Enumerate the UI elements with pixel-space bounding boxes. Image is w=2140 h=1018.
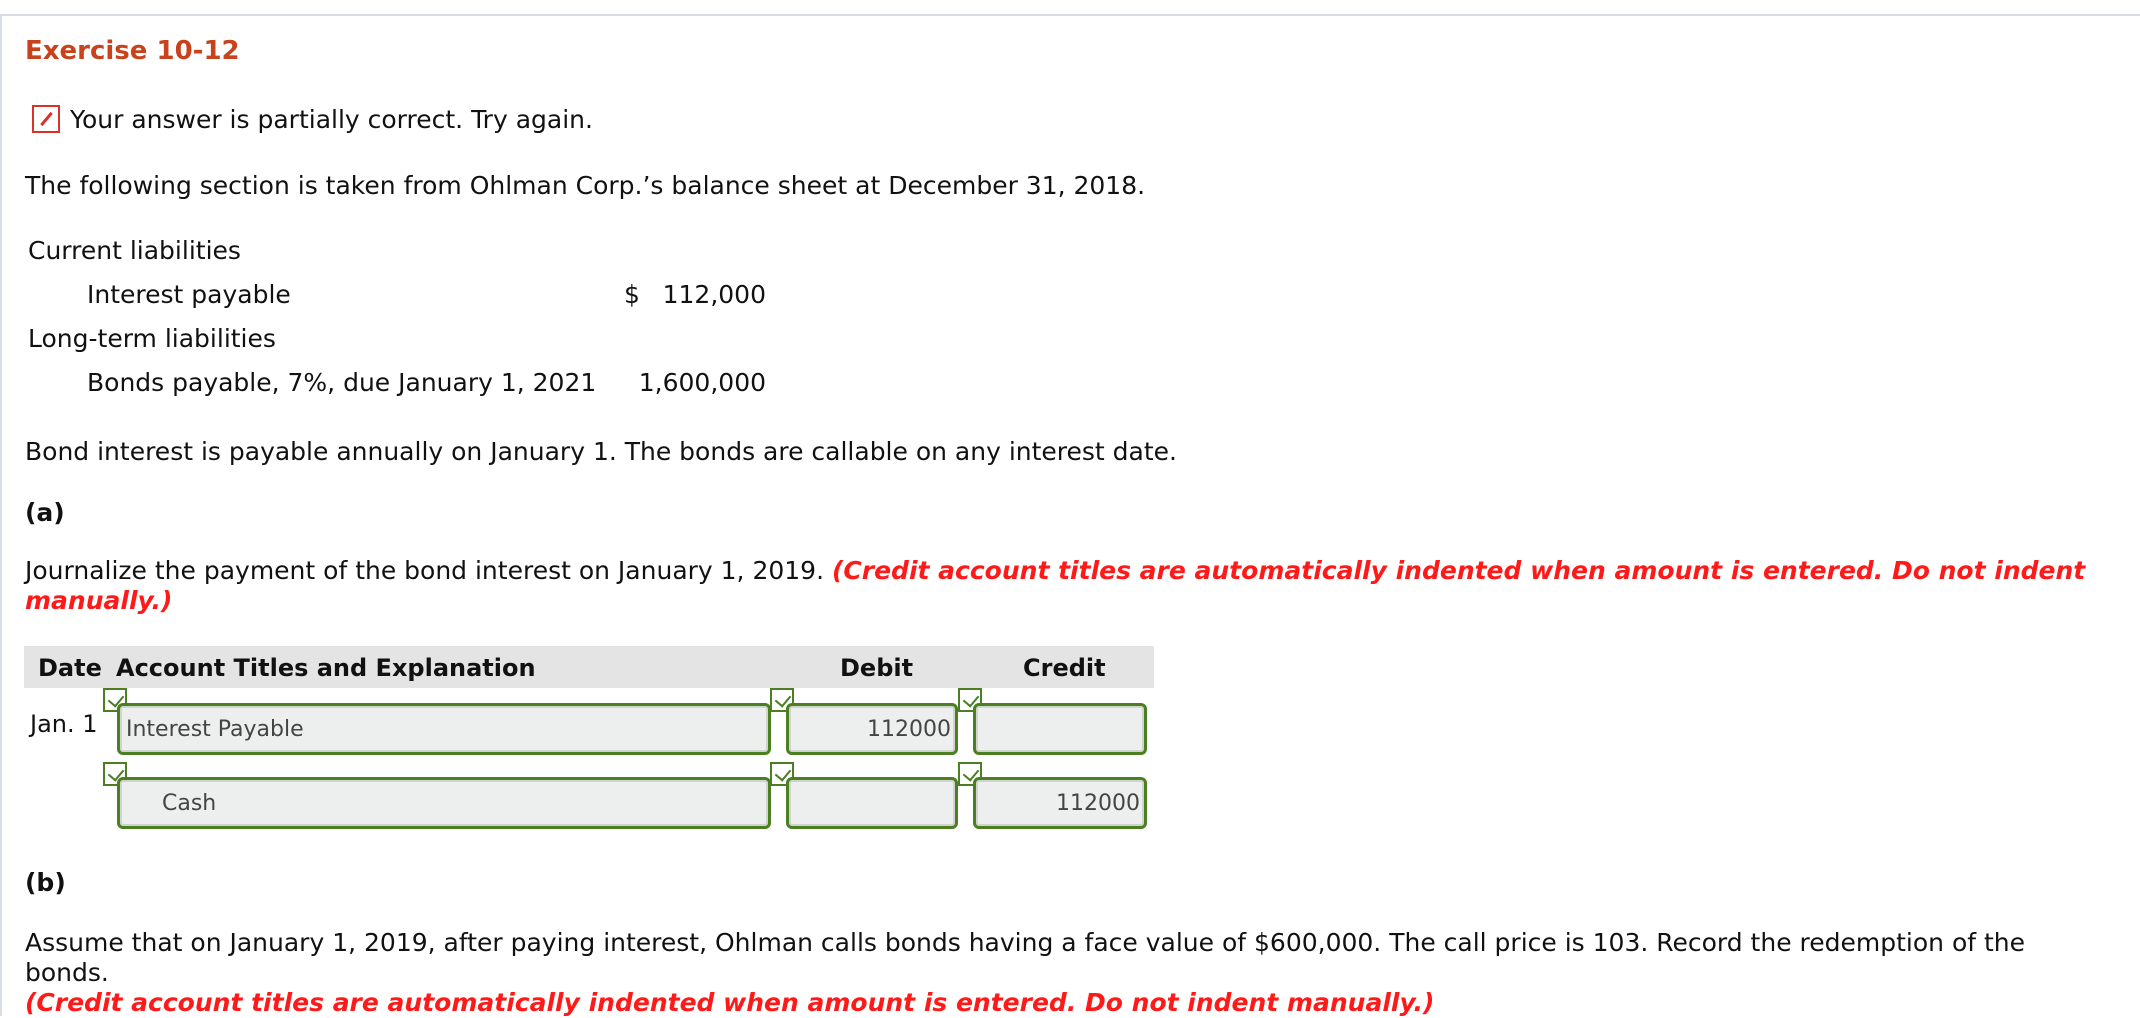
pencil-icon[interactable]: [32, 105, 60, 133]
long-term-liabilities-heading: Long-term liabilities: [28, 324, 276, 353]
feedback-banner: Your answer is partially correct. Try ag…: [32, 102, 593, 136]
intro-text: The following section is taken from Ohlm…: [25, 171, 1146, 200]
part-a-label: (a): [25, 498, 65, 527]
exercise-title: Exercise 10-12: [25, 36, 240, 66]
part-a-instruction: Journalize the payment of the bond inter…: [25, 556, 2105, 616]
part-b-instruction: Assume that on January 1, 2019, after pa…: [25, 928, 2115, 1018]
bonds-payable-value: 1,600,000: [638, 368, 766, 397]
header-account: Account Titles and Explanation: [116, 654, 536, 682]
row1-credit-field[interactable]: [973, 703, 1147, 755]
row2-credit-field[interactable]: 112000: [973, 777, 1147, 829]
row1-account-field[interactable]: Interest Payable: [117, 703, 771, 755]
row1-debit-field[interactable]: 112000: [786, 703, 958, 755]
part-a-instruction-text: Journalize the payment of the bond inter…: [25, 556, 825, 585]
interest-payable-label: Interest payable: [87, 280, 291, 309]
row2-debit-field[interactable]: [786, 777, 958, 829]
interest-payable-value: 112,000: [662, 280, 766, 309]
bond-note: Bond interest is payable annually on Jan…: [25, 437, 1178, 466]
row2-account-field[interactable]: Cash: [117, 777, 771, 829]
journal-header: Date Account Titles and Explanation Debi…: [24, 646, 1154, 688]
header-credit: Credit: [1023, 654, 1106, 682]
header-date: Date: [38, 654, 102, 682]
current-liabilities-heading: Current liabilities: [28, 236, 241, 265]
feedback-message: Your answer is partially correct. Try ag…: [70, 104, 593, 134]
part-b-instruction-text: Assume that on January 1, 2019, after pa…: [25, 928, 2026, 987]
part-b-note: (Credit account titles are automatically…: [25, 988, 1435, 1017]
bonds-payable-label: Bonds payable, 7%, due January 1, 2021: [87, 368, 597, 397]
row1-date: Jan. 1: [30, 710, 98, 738]
content-frame: [0, 14, 2140, 1016]
part-b-label: (b): [25, 868, 66, 897]
header-debit: Debit: [840, 654, 914, 682]
